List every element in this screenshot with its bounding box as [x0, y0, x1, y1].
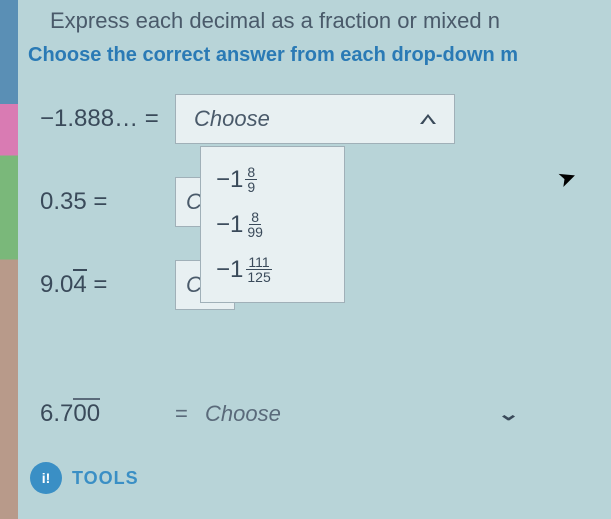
chevron-down-icon: ⌄ [497, 404, 520, 425]
decimal-value-1: −1.888… = [40, 105, 175, 133]
dropdown-option-2[interactable]: −1 8 99 [201, 202, 344, 247]
problem-row-4: 6.700 = Choose ⌄ [40, 400, 516, 428]
dropdown-1-placeholder: Choose [194, 106, 270, 132]
tools-label: TOOLS [72, 468, 139, 489]
decimal-value-4: 6.700 [40, 400, 175, 428]
tools-icon: i! [30, 462, 62, 494]
question-header: Express each decimal as a fraction or mi… [50, 8, 500, 34]
chevron-up-icon [420, 114, 436, 124]
sidebar-decoration [0, 0, 18, 519]
decimal-value-2: 0.35 = [40, 188, 175, 216]
problem-row-1: −1.888… = Choose [40, 95, 591, 143]
dropdown-option-1[interactable]: −1 8 9 [201, 157, 344, 202]
dropdown-menu-open: −1 8 9 −1 8 99 −1 111 125 [200, 146, 345, 303]
decimal-value-3: 9.04 = [40, 271, 175, 299]
dropdown-1[interactable]: Choose [175, 94, 455, 144]
instruction-text: Choose the correct answer from each drop… [28, 44, 518, 67]
tools-button[interactable]: i! TOOLS [30, 462, 139, 494]
dropdown-option-3[interactable]: −1 111 125 [201, 247, 344, 292]
dropdown-4-placeholder: Choose [205, 401, 281, 427]
